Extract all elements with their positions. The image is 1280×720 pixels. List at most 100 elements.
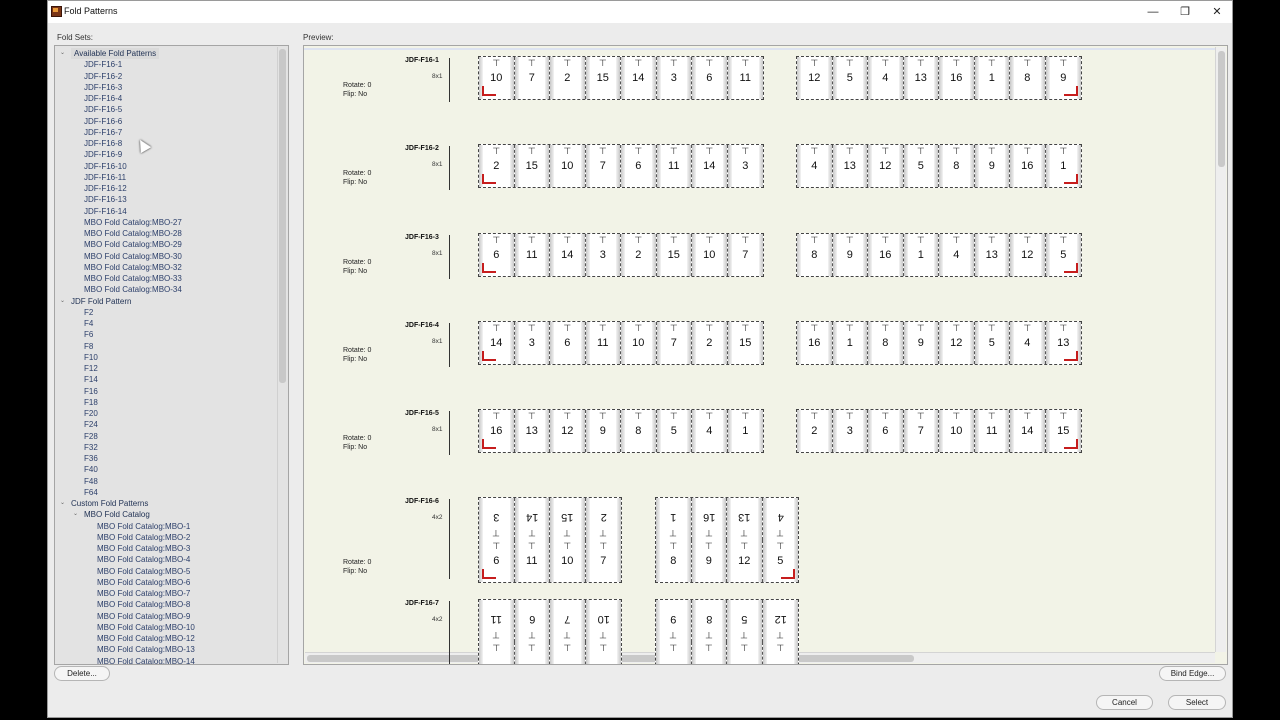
tree-item[interactable]: F48 xyxy=(84,476,98,487)
delete-button[interactable]: Delete... xyxy=(54,666,110,681)
tree-item[interactable]: F12 xyxy=(84,363,98,374)
tree-item[interactable]: MBO Fold Catalog:MBO-6 xyxy=(97,577,190,588)
tree-item[interactable]: MBO Fold Catalog:MBO-14 xyxy=(97,656,195,665)
tree-item[interactable]: JDF-F16-5 xyxy=(84,104,122,115)
tree-item[interactable]: MBO Fold Catalog:MBO-1 xyxy=(97,521,190,532)
page-cell: ⊤ 16 xyxy=(939,57,975,99)
bind-corner-mark xyxy=(482,86,496,96)
tree-item[interactable]: JDF-F16-11 xyxy=(84,172,126,183)
page-cell: ⊤ 14 xyxy=(514,498,550,540)
tree-item[interactable]: JDF-F16-2 xyxy=(84,71,122,82)
tree-item[interactable]: JDF-F16-7 xyxy=(84,127,122,138)
tree-item[interactable]: MBO Fold Catalog:MBO-12 xyxy=(97,633,195,644)
tree-item[interactable]: F24 xyxy=(84,419,98,430)
tree-item[interactable]: F18 xyxy=(84,397,98,408)
tree-item[interactable]: MBO Fold Catalog:MBO-34 xyxy=(84,284,182,295)
tree-item[interactable]: F20 xyxy=(84,408,98,419)
tree-item[interactable]: F10 xyxy=(84,352,98,363)
select-button[interactable]: Select xyxy=(1168,695,1226,710)
fold-pattern-JDF-F16-6[interactable]: JDF-F16-6 4x2 Rotate: 0 Flip: No ⊤ 3 ⊤ 14 ⊤ 15 ⊤ 2 ⊤… xyxy=(304,493,1224,583)
tree-item[interactable]: MBO Fold Catalog:MBO-2 xyxy=(97,532,190,543)
tree-item[interactable]: MBO Fold Catalog:MBO-30 xyxy=(84,251,182,262)
tree-item[interactable]: MBO Fold Catalog:MBO-13 xyxy=(97,644,195,655)
tree-group[interactable]: JDF Fold Pattern xyxy=(71,296,131,307)
fold-mark-icon: ⊤ xyxy=(527,58,536,68)
page-cell: ⊤ 12 xyxy=(1010,234,1046,276)
fold-pattern-JDF-F16-7[interactable]: JDF-F16-7 4x2 ⊤ 11 ⊤ 6 ⊤ 7 ⊤ 10 ⊤ ⊤ ⊤ ⊤ ⊤ 9 ⊤ 8 ⊤ 5 ⊤ 12 ⊤ ⊤ ⊤ ⊤ xyxy=(304,595,1224,664)
tree-scrollbar-thumb[interactable] xyxy=(279,49,286,383)
bind-edge-button[interactable]: Bind Edge... xyxy=(1159,666,1226,681)
tree-group[interactable]: Available Fold Patterns xyxy=(71,48,160,59)
cancel-button[interactable]: Cancel xyxy=(1096,695,1153,710)
pattern-divider xyxy=(449,499,450,579)
tree-item[interactable]: JDF-F16-8 xyxy=(84,138,122,149)
tree-item[interactable]: F6 xyxy=(84,329,93,340)
sheet-row: ⊤ 6 ⊤ 11 ⊤ 14 ⊤ 3 ⊤ 2 ⊤ 15 ⊤ 10 ⊤ 7 xyxy=(479,234,763,276)
tree-item[interactable]: F16 xyxy=(84,386,98,397)
tree-scrollbar[interactable] xyxy=(277,47,287,663)
sheet-front: ⊤ 14 ⊤ 3 ⊤ 6 ⊤ 11 ⊤ 10 ⊤ 7 ⊤ 2 ⊤ 15 xyxy=(478,321,764,365)
page-number: 9 xyxy=(917,337,924,349)
tree-expand-toggle-icon[interactable]: ⌄ xyxy=(73,510,78,517)
pattern-name: JDF-F16-6 xyxy=(405,498,439,505)
sheet-row: ⊤ ⊤ ⊤ ⊤ xyxy=(656,642,798,664)
page-number: 15 xyxy=(1057,425,1070,437)
tree-item[interactable]: MBO Fold Catalog:MBO-32 xyxy=(84,262,182,273)
tree-item[interactable]: F2 xyxy=(84,307,93,318)
tree-item[interactable]: F28 xyxy=(84,431,98,442)
maximize-button[interactable]: ❐ xyxy=(1170,3,1200,21)
fold-sets-tree[interactable]: ⌄ Available Fold Patterns JDF-F16-1 JDF-F16… xyxy=(54,45,289,665)
tree-expand-toggle-icon[interactable]: ⌄ xyxy=(60,297,65,304)
fold-pattern-JDF-F16-3[interactable]: JDF-F16-3 8x1 Rotate: 0 Flip: No ⊤ 6 ⊤ 11 ⊤ 14 ⊤ 3 ⊤… xyxy=(304,229,1224,314)
tree-item[interactable]: JDF-F16-12 xyxy=(84,183,127,194)
page-number: 7 xyxy=(600,555,607,567)
tree-item[interactable]: JDF-F16-3 xyxy=(84,82,122,93)
tree-item[interactable]: F4 xyxy=(84,318,93,329)
tree-item[interactable]: MBO Fold Catalog:MBO-7 xyxy=(97,588,190,599)
tree-item[interactable]: JDF-F16-9 xyxy=(84,149,122,160)
tree-item[interactable]: JDF-F16-14 xyxy=(84,206,127,217)
page-cell: ⊤ 6 xyxy=(868,410,904,452)
fold-pattern-JDF-F16-2[interactable]: JDF-F16-2 8x1 Rotate: 0 Flip: No ⊤ 2 ⊤ 15 ⊤ 10 ⊤ 7 ⊤… xyxy=(304,140,1224,225)
tree-item[interactable]: F40 xyxy=(84,464,98,475)
tree-item[interactable]: MBO Fold Catalog:MBO-33 xyxy=(84,273,182,284)
tree-item[interactable]: F8 xyxy=(84,341,93,352)
tree-item[interactable]: MBO Fold Catalog:MBO-28 xyxy=(84,228,182,239)
fold-mark-icon: ⊤ xyxy=(669,146,678,156)
tree-item[interactable]: F64 xyxy=(84,487,98,498)
page-number: 7 xyxy=(528,72,535,84)
page-number: 9 xyxy=(846,249,853,261)
tree-item[interactable]: F32 xyxy=(84,442,98,453)
fold-mark-icon: ⊤ xyxy=(492,541,501,551)
page-number: 16 xyxy=(490,425,503,437)
fold-pattern-JDF-F16-5[interactable]: JDF-F16-5 8x1 Rotate: 0 Flip: No ⊤ 16 ⊤ 13 ⊤ 12 ⊤ 9… xyxy=(304,405,1224,490)
tree-group[interactable]: MBO Fold Catalog xyxy=(84,509,150,520)
tree-item[interactable]: F14 xyxy=(84,374,98,385)
tree-item[interactable]: MBO Fold Catalog:MBO-29 xyxy=(84,239,182,250)
tree-group[interactable]: Custom Fold Patterns xyxy=(71,498,148,509)
page-number: 1 xyxy=(670,511,677,523)
fold-pattern-JDF-F16-1[interactable]: JDF-F16-1 8x1 Rotate: 0 Flip: No ⊤ 10 ⊤ 7 ⊤ 2 ⊤ 15 ⊤… xyxy=(304,52,1224,137)
tree-expand-toggle-icon[interactable]: ⌄ xyxy=(60,49,65,56)
tree-item[interactable]: JDF-F16-10 xyxy=(84,161,127,172)
tree-item[interactable]: MBO Fold Catalog:MBO-8 xyxy=(97,599,190,610)
tree-item[interactable]: F36 xyxy=(84,453,98,464)
tree-item[interactable]: MBO Fold Catalog:MBO-5 xyxy=(97,566,190,577)
sheet-row: ⊤ 9 ⊤ 8 ⊤ 5 ⊤ 12 xyxy=(656,600,798,642)
minimize-button[interactable]: — xyxy=(1138,3,1168,21)
tree-item[interactable]: MBO Fold Catalog:MBO-3 xyxy=(97,543,190,554)
close-button[interactable]: ✕ xyxy=(1202,3,1232,21)
tree-item[interactable]: JDF-F16-13 xyxy=(84,194,127,205)
tree-item[interactable]: MBO Fold Catalog:MBO-10 xyxy=(97,622,195,633)
tree-expand-toggle-icon[interactable]: ⌄ xyxy=(60,499,65,506)
tree-item[interactable]: MBO Fold Catalog:MBO-9 xyxy=(97,611,190,622)
tree-item[interactable]: MBO Fold Catalog:MBO-27 xyxy=(84,217,182,228)
fold-pattern-JDF-F16-4[interactable]: JDF-F16-4 8x1 Rotate: 0 Flip: No ⊤ 14 ⊤ 3 ⊤ 6 ⊤ 11 ⊤… xyxy=(304,317,1224,402)
tree-item[interactable]: JDF-F16-1 xyxy=(84,59,122,70)
tree-item[interactable]: MBO Fold Catalog:MBO-4 xyxy=(97,554,190,565)
fold-mark-icon: ⊤ xyxy=(634,235,643,245)
page-number: 8 xyxy=(705,613,712,625)
tree-item[interactable]: JDF-F16-4 xyxy=(84,93,122,104)
page-cell: ⊤ 10 xyxy=(550,145,586,187)
tree-item[interactable]: JDF-F16-6 xyxy=(84,116,122,127)
